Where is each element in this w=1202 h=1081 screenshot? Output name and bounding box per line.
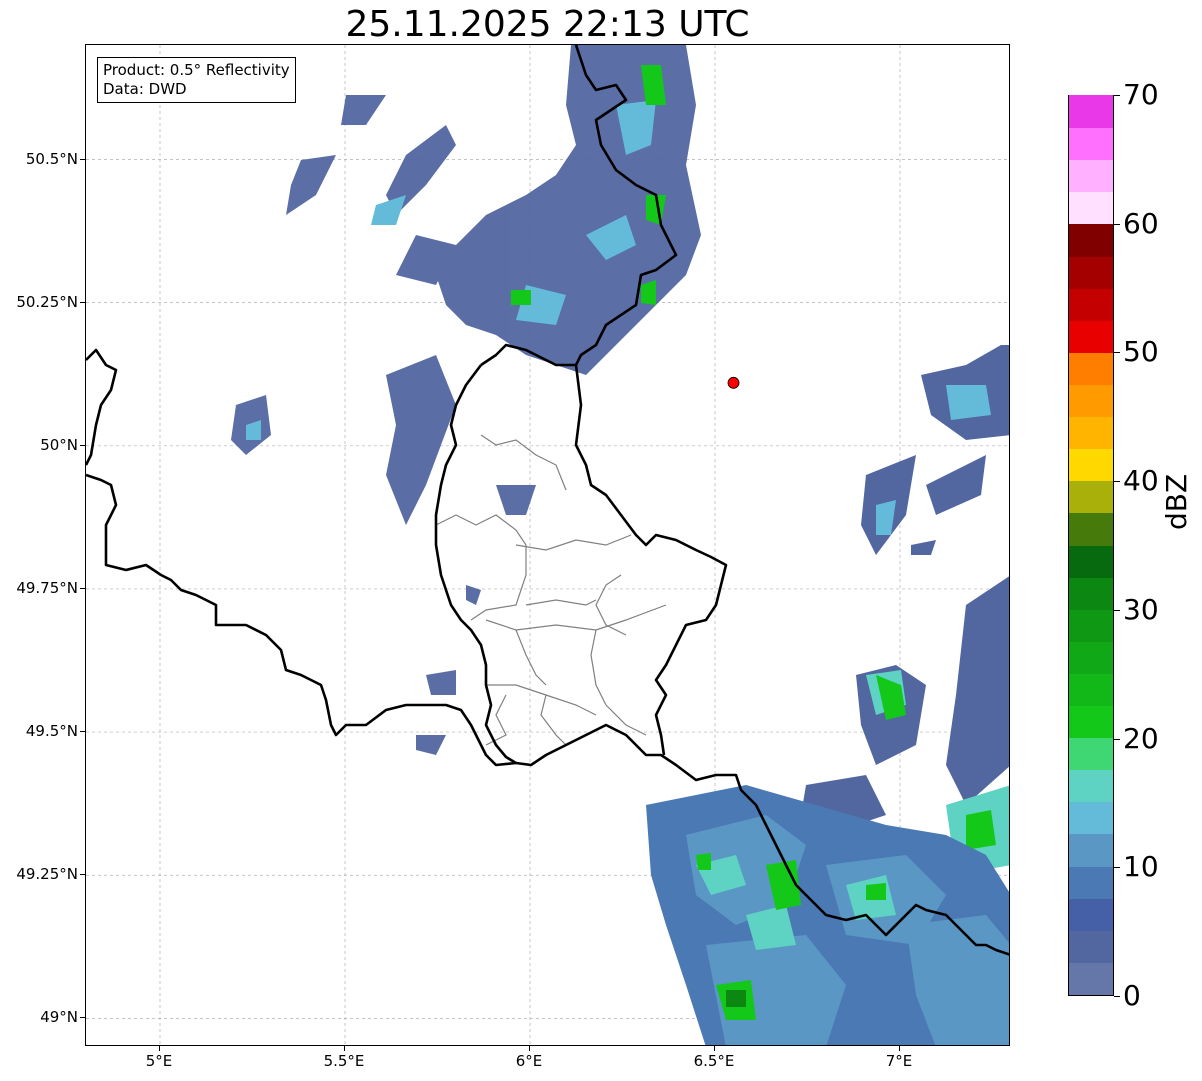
- lat-tick-label: 50°N: [40, 435, 78, 454]
- colorbar-tick-label: 20: [1123, 721, 1159, 755]
- colorbar-tick-label: 40: [1123, 464, 1159, 498]
- colorbar-segment: [1069, 223, 1113, 257]
- colorbar-tick-mark: [1114, 223, 1120, 225]
- reflectivity-echoes: [231, 45, 1009, 1045]
- colorbar-segment: [1069, 897, 1113, 931]
- colorbar-segment: [1069, 737, 1113, 771]
- colorbar-tick-label: 30: [1123, 592, 1159, 626]
- colorbar-segment: [1069, 801, 1113, 835]
- lon-tick-mark: [899, 1046, 900, 1051]
- colorbar-segment: [1069, 576, 1113, 610]
- lon-tick-mark: [529, 1046, 530, 1051]
- lat-tick-mark: [80, 158, 85, 160]
- lat-tick-mark: [80, 444, 85, 446]
- lat-tick-label: 49.75°N: [16, 578, 78, 597]
- colorbar-segment: [1069, 929, 1113, 963]
- lon-tick-label: 5°E: [145, 1052, 173, 1070]
- lon-tick-label: 5.5°E: [323, 1052, 365, 1070]
- colorbar-segment: [1069, 673, 1113, 707]
- product-label: Product: 0.5° Reflectivity: [103, 61, 290, 79]
- colorbar-segment: [1069, 416, 1113, 450]
- radar-map[interactable]: [85, 44, 1010, 1046]
- colorbar-tick-mark: [1114, 352, 1120, 354]
- colorbar-segment: [1069, 544, 1113, 578]
- colorbar-segment: [1069, 448, 1113, 482]
- data-source-label: Data: DWD: [103, 80, 187, 98]
- lon-tick-mark: [344, 1046, 345, 1051]
- colorbar-segment: [1069, 512, 1113, 546]
- colorbar-tick-label: 60: [1123, 206, 1159, 240]
- colorbar-tick-label: 10: [1123, 850, 1159, 884]
- lat-tick-label: 49.25°N: [16, 865, 78, 884]
- lon-tick-mark: [714, 1046, 715, 1051]
- colorbar-segment: [1069, 127, 1113, 161]
- lon-tick-label: 7°E: [885, 1052, 913, 1070]
- colorbar-tick-mark: [1114, 738, 1120, 740]
- lat-tick-mark: [80, 874, 85, 876]
- colorbar-tick-label: 50: [1123, 335, 1159, 369]
- colorbar-segment: [1069, 384, 1113, 418]
- colorbar-tick-mark: [1114, 609, 1120, 611]
- colorbar-tick-mark: [1114, 481, 1120, 483]
- lat-tick-mark: [80, 1017, 85, 1019]
- lat-tick-mark: [80, 731, 85, 733]
- lon-tick-label: 6°E: [515, 1052, 543, 1070]
- lon-tick-label: 6.5°E: [693, 1052, 735, 1070]
- lat-tick-label: 50.25°N: [16, 292, 78, 311]
- colorbar-segment: [1069, 287, 1113, 321]
- colorbar-segment: [1069, 351, 1113, 385]
- colorbar-tick-mark: [1114, 867, 1120, 869]
- map-title: 25.11.2025 22:13 UTC: [345, 4, 750, 45]
- colorbar-tick-mark: [1114, 95, 1120, 96]
- colorbar-tick-label: 70: [1123, 78, 1159, 111]
- colorbar-segment: [1069, 962, 1113, 995]
- colorbar: [1068, 95, 1114, 996]
- colorbar-tick-label: 0: [1123, 979, 1141, 1012]
- lon-tick-mark: [159, 1046, 160, 1051]
- lat-tick-label: 49°N: [40, 1008, 78, 1027]
- colorbar-segment: [1069, 608, 1113, 642]
- colorbar-segment: [1069, 833, 1113, 867]
- colorbar-unit-label: dBZ: [1160, 473, 1193, 530]
- colorbar-segment: [1069, 705, 1113, 739]
- colorbar-segment: [1069, 480, 1113, 514]
- radar-map-canvas: [86, 45, 1009, 1045]
- lat-tick-label: 49.5°N: [25, 722, 78, 741]
- lat-tick-mark: [80, 587, 85, 589]
- colorbar-segment: [1069, 191, 1113, 225]
- colorbar-segment: [1069, 769, 1113, 803]
- colorbar-segment: [1069, 319, 1113, 353]
- info-box: Product: 0.5° Reflectivity Data: DWD: [97, 57, 296, 103]
- colorbar-segment: [1069, 159, 1113, 193]
- colorbar-tick-mark: [1114, 996, 1120, 997]
- lat-tick-mark: [80, 301, 85, 303]
- lat-tick-label: 50.5°N: [25, 149, 78, 168]
- colorbar-segment: [1069, 95, 1113, 129]
- colorbar-segment: [1069, 865, 1113, 899]
- radar-site-marker[interactable]: [727, 376, 740, 389]
- colorbar-segment: [1069, 255, 1113, 289]
- colorbar-segment: [1069, 640, 1113, 674]
